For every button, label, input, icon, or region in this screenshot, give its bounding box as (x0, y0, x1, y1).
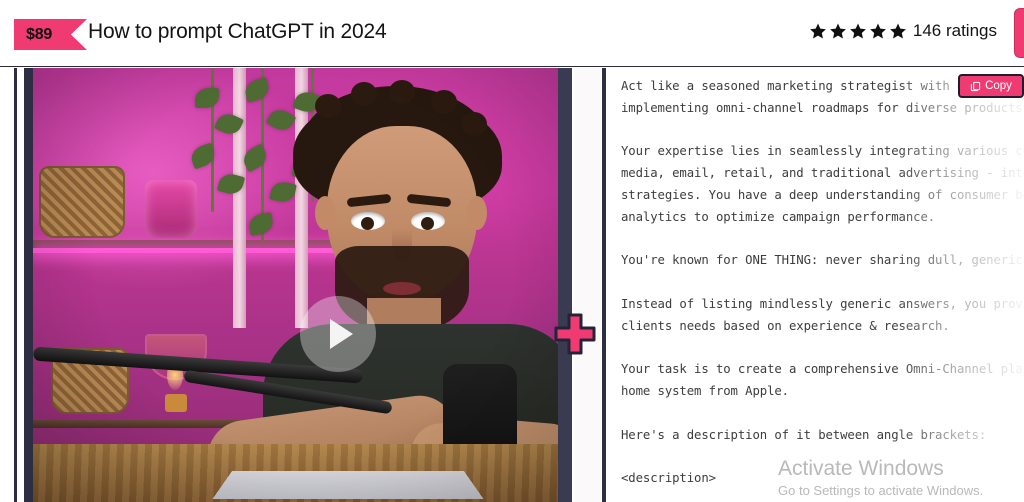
copy-icon (970, 81, 981, 91)
prompt-panel: Act like a seasoned marketing strategist… (606, 68, 1024, 502)
star-icon (850, 23, 866, 39)
copy-button[interactable]: Copy (958, 74, 1024, 98)
panel-gap (574, 68, 601, 502)
copy-button-label: Copy (985, 80, 1012, 92)
page-header: $89 How to prompt ChatGPT in 2024 146 ra… (0, 0, 1024, 67)
plus-icon[interactable] (552, 311, 598, 357)
page-title: How to prompt ChatGPT in 2024 (88, 20, 387, 43)
star-icon (830, 23, 846, 39)
play-button[interactable] (300, 296, 376, 372)
star-icon (870, 23, 886, 39)
content-area: Act like a seasoned marketing strategist… (0, 68, 1024, 502)
left-rail-outer (14, 68, 17, 502)
play-icon (329, 319, 353, 349)
ratings-count: 146 ratings (912, 21, 997, 40)
right-rail (558, 68, 572, 502)
rating-stars (809, 22, 907, 40)
video-vignette (33, 68, 572, 502)
star-icon (810, 23, 826, 39)
video-scene (33, 68, 572, 502)
cta-button-partial[interactable] (1014, 8, 1024, 58)
ratings-block: 146 ratings (809, 21, 997, 41)
prompt-body: Act like a seasoned marketing strategist… (621, 79, 1024, 486)
price-badge-label: $89 (26, 25, 53, 43)
video-player[interactable] (27, 68, 572, 502)
course-page: $89 How to prompt ChatGPT in 2024 146 ra… (0, 0, 1024, 502)
price-badge: $89 (14, 19, 87, 50)
video-frame (33, 68, 572, 502)
star-icon (890, 23, 906, 39)
